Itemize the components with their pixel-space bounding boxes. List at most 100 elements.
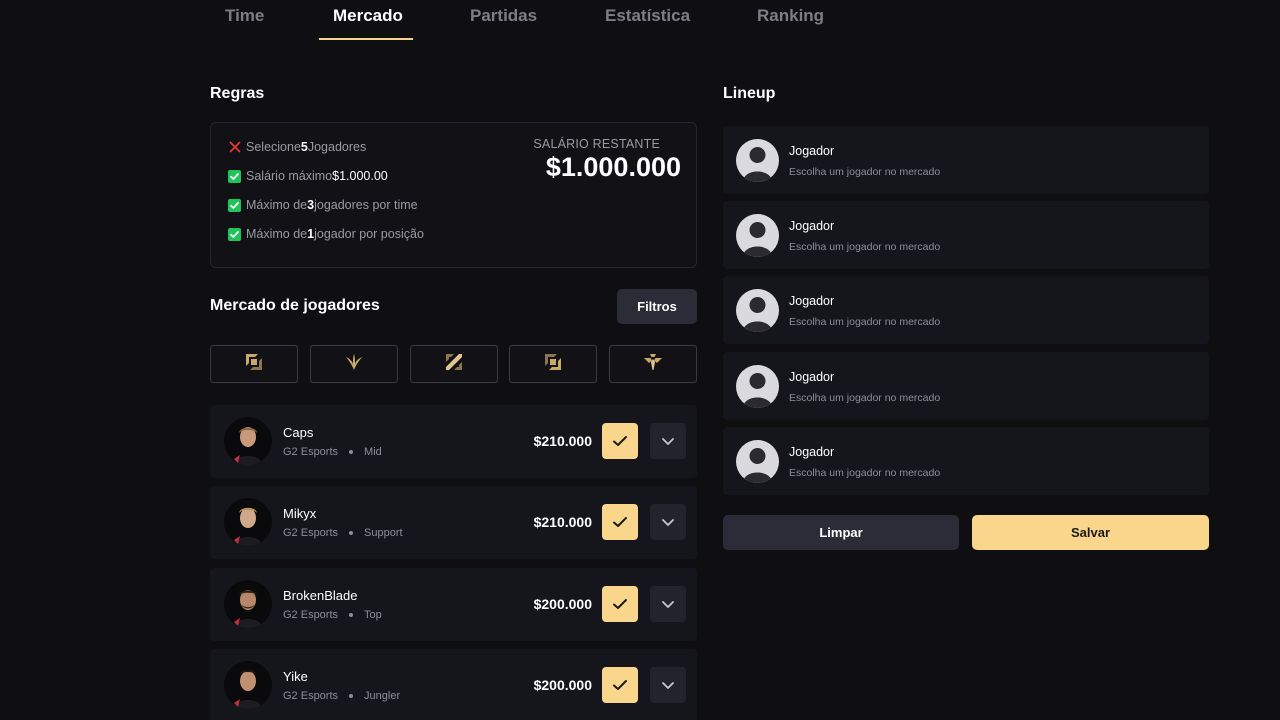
top-role-icon	[245, 353, 263, 376]
lineup-slot[interactable]: Jogador Escolha um jogador no mercado	[723, 352, 1209, 420]
player-name: Caps	[283, 425, 314, 440]
rule-text-post: Jogadores	[307, 140, 367, 154]
tab-estatistica[interactable]: Estatística	[605, 6, 690, 26]
bot-role-icon	[544, 353, 562, 376]
role-filter-mid[interactable]	[410, 345, 498, 383]
player-price: $200.000	[533, 596, 592, 612]
rule-item: Máximo de 1 jogador por posição	[228, 226, 424, 242]
slot-subtitle: Escolha um jogador no mercado	[789, 467, 941, 479]
slot-subtitle: Escolha um jogador no mercado	[789, 392, 941, 404]
remaining-salary-value: $1.000.000	[545, 152, 681, 182]
rule-text-pre: Máximo de	[246, 198, 308, 212]
player-name: BrokenBlade	[283, 588, 358, 603]
check-icon	[613, 680, 627, 690]
player-position: Jungler	[364, 690, 401, 702]
lineup-slot[interactable]: Jogador Escolha um jogador no mercado	[723, 126, 1209, 194]
role-filter-bot[interactable]	[509, 345, 597, 383]
check-icon	[613, 436, 627, 446]
lineup-slot[interactable]: Jogador Escolha um jogador no mercado	[723, 201, 1209, 269]
rule-text-pre: Máximo de	[246, 227, 308, 241]
select-player-button[interactable]	[602, 586, 638, 622]
chevron-down-icon	[662, 519, 674, 526]
player-position: Top	[364, 609, 382, 621]
select-player-button[interactable]	[602, 423, 638, 459]
slot-title: Jogador	[789, 294, 835, 308]
rule-item: Máximo de 3 jogadores por time	[228, 197, 418, 213]
rule-text-pre: Salário máximo	[246, 169, 333, 183]
role-filter-top[interactable]	[210, 345, 298, 383]
check-icon	[613, 599, 627, 609]
clear-button[interactable]: Limpar	[723, 515, 959, 550]
user-placeholder-icon	[736, 440, 779, 483]
player-team: G2 Esports	[283, 609, 339, 621]
player-card[interactable]: BrokenBlade G2 Esports Top $200.000	[210, 568, 697, 641]
expand-player-button[interactable]	[650, 423, 686, 459]
user-placeholder-icon	[736, 139, 779, 182]
rule-value: 5	[300, 140, 308, 154]
select-player-button[interactable]	[602, 504, 638, 540]
rule-value: $1.000.00	[332, 169, 388, 183]
player-card[interactable]: Caps G2 Esports Mid $210.000	[210, 405, 697, 478]
rule-item: Salário máximo $1.000.00	[228, 168, 388, 184]
tab-partidas[interactable]: Partidas	[470, 6, 537, 26]
tab-ranking[interactable]: Ranking	[757, 6, 824, 26]
save-button[interactable]: Salvar	[972, 515, 1209, 550]
checkbox-check-icon	[228, 227, 241, 241]
user-placeholder-icon	[736, 289, 779, 332]
expand-player-button[interactable]	[650, 504, 686, 540]
player-card[interactable]: Mikyx G2 Esports Support $210.000	[210, 486, 697, 559]
slot-title: Jogador	[789, 445, 835, 459]
separator-dot	[349, 531, 354, 535]
rules-title: Regras	[210, 85, 265, 102]
player-name: Yike	[283, 669, 308, 684]
user-placeholder-icon	[736, 214, 779, 257]
select-player-button[interactable]	[602, 667, 638, 703]
separator-dot	[349, 613, 354, 617]
player-position: Mid	[364, 446, 382, 458]
lineup-slot[interactable]: Jogador Escolha um jogador no mercado	[723, 427, 1209, 495]
tab-time[interactable]: Time	[225, 6, 264, 26]
cross-icon	[228, 141, 241, 154]
slot-subtitle: Escolha um jogador no mercado	[789, 316, 941, 328]
slot-subtitle: Escolha um jogador no mercado	[789, 166, 941, 178]
chevron-down-icon	[662, 438, 674, 445]
check-icon	[613, 517, 627, 527]
rule-text-post: jogador por posição	[314, 227, 424, 241]
user-placeholder-icon	[736, 365, 779, 408]
player-price: $210.000	[533, 433, 592, 449]
expand-player-button[interactable]	[650, 586, 686, 622]
player-card[interactable]: Yike G2 Esports Jungler $200.000	[210, 649, 697, 720]
role-filter-support[interactable]	[609, 345, 697, 383]
checkbox-check-icon	[228, 169, 241, 183]
tab-mercado[interactable]: Mercado	[333, 6, 403, 26]
player-team: G2 Esports	[283, 690, 339, 702]
lineup-slot[interactable]: Jogador Escolha um jogador no mercado	[723, 276, 1209, 344]
player-meta: G2 Esports Top	[283, 609, 382, 621]
player-avatar	[224, 417, 272, 465]
player-meta: G2 Esports Support	[283, 527, 403, 539]
slot-title: Jogador	[789, 144, 835, 158]
player-price: $210.000	[533, 514, 592, 530]
checkbox-check-icon	[228, 198, 241, 212]
separator-dot	[349, 694, 354, 698]
chevron-down-icon	[662, 601, 674, 608]
rule-text-post: jogadores por time	[314, 198, 418, 212]
separator-dot	[349, 450, 354, 454]
lineup-title: Lineup	[723, 85, 776, 102]
player-price: $200.000	[533, 677, 592, 693]
player-position: Support	[364, 527, 403, 539]
player-name: Mikyx	[283, 506, 317, 521]
filters-button[interactable]: Filtros	[617, 289, 697, 324]
chevron-down-icon	[662, 682, 674, 689]
role-filter-jungle[interactable]	[310, 345, 398, 383]
slot-title: Jogador	[789, 219, 835, 233]
mid-role-icon	[445, 353, 463, 376]
player-avatar	[224, 580, 272, 628]
player-avatar	[224, 661, 272, 709]
player-meta: G2 Esports Mid	[283, 446, 382, 458]
expand-player-button[interactable]	[650, 667, 686, 703]
rule-text-pre: Selecione	[246, 140, 301, 154]
rule-item: Selecione 5 Jogadores	[228, 139, 366, 155]
support-role-icon	[643, 353, 663, 376]
remaining-salary-label: SALÁRIO RESTANTE	[533, 137, 660, 151]
